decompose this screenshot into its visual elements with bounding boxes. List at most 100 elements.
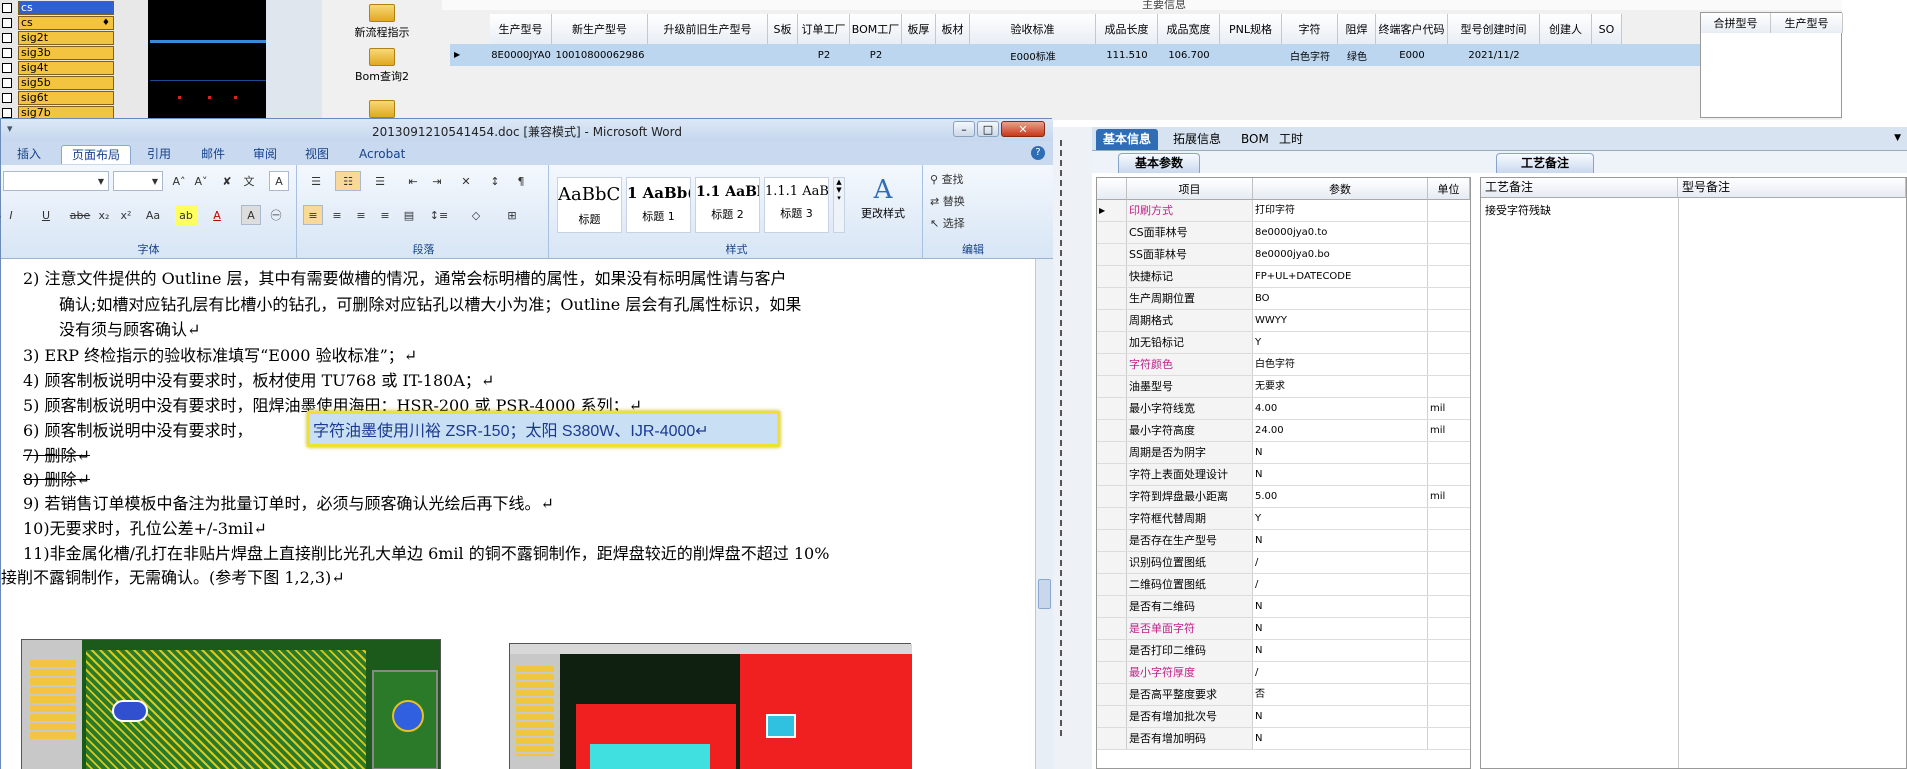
param-row[interactable]: 字符上表面处理设计 N: [1097, 464, 1470, 486]
layer-checkbox[interactable]: [2, 2, 12, 13]
align-right-button[interactable]: ≡: [351, 205, 371, 225]
param-value[interactable]: N: [1253, 640, 1428, 661]
param-row[interactable]: 是否单面字符 N: [1097, 618, 1470, 640]
param-value[interactable]: N: [1253, 464, 1428, 485]
doc-paragraph[interactable]: 10)无要求时，孔位公差+/-3mil↵: [23, 515, 267, 539]
doc-paragraph[interactable]: 11)非金属化槽/孔打在非贴片焊盘上直接削比光孔大单边 6mil 的铜不露铜制作…: [23, 540, 829, 564]
table-cell[interactable]: [1592, 44, 1622, 66]
styles-scroll[interactable]: ▲ ▼ ▾: [833, 177, 845, 233]
column-header[interactable]: 终端客户代码: [1376, 14, 1448, 44]
param-row[interactable]: 是否存在生产型号 N: [1097, 530, 1470, 552]
layer-item[interactable]: sig6t: [0, 90, 148, 105]
param-value[interactable]: 24.00: [1253, 420, 1428, 441]
param-row[interactable]: CS面菲林号 8e0000jya0.to: [1097, 222, 1470, 244]
param-row[interactable]: ▶ 印刷方式 打印字符: [1097, 200, 1470, 222]
replace-button[interactable]: ⇄ 替换: [929, 191, 1009, 211]
cam-canvas[interactable]: [148, 0, 266, 118]
tab-basic-params[interactable]: 基本参数: [1118, 153, 1201, 173]
param-value[interactable]: BO: [1253, 288, 1428, 309]
param-value[interactable]: /: [1253, 552, 1428, 573]
table-cell[interactable]: P2: [850, 44, 902, 66]
column-header[interactable]: 订单工厂: [798, 14, 850, 44]
doc-paragraph[interactable]: 确认;如槽对应钻孔层有比槽小的钻孔，可删除对应钻孔以槽大小为准；Outline …: [59, 291, 801, 315]
param-value[interactable]: N: [1253, 442, 1428, 463]
char-shading-button[interactable]: A: [241, 205, 261, 225]
column-header[interactable]: 型号创建时间: [1448, 14, 1540, 44]
param-value[interactable]: N: [1253, 530, 1428, 551]
param-row[interactable]: 字符框代替周期 Y: [1097, 508, 1470, 530]
change-case-button[interactable]: Aa: [141, 205, 165, 225]
param-row[interactable]: SS面菲林号 8e0000jya0.bo: [1097, 244, 1470, 266]
param-value[interactable]: 5.00: [1253, 486, 1428, 507]
style-heading-3[interactable]: 1.1.1 AaB 标题 3: [764, 177, 829, 233]
tab-extended-info[interactable]: 拓展信息: [1166, 129, 1228, 150]
doc-paragraph[interactable]: 7) 删除↵: [23, 442, 90, 466]
tab-basic-info[interactable]: 基本信息: [1096, 129, 1159, 150]
select-button[interactable]: ↖ 选择: [929, 213, 1009, 233]
column-header[interactable]: 成品长度: [1096, 14, 1158, 44]
table-cell[interactable]: 2021/11/2: [1448, 44, 1540, 66]
param-value[interactable]: 无要求: [1253, 376, 1428, 397]
column-header[interactable]: 创建人: [1540, 14, 1592, 44]
layer-item[interactable]: sig5b: [0, 75, 148, 90]
highlight-color-button[interactable]: ab: [175, 205, 197, 225]
bom-query-tool[interactable]: Bom查询2: [322, 48, 442, 84]
column-header[interactable]: 单位: [1428, 178, 1470, 200]
tab-acrobat[interactable]: Acrobat: [349, 145, 415, 164]
chinese-layout-button[interactable]: ✕: [453, 171, 479, 191]
column-header[interactable]: 新生产型号: [552, 14, 648, 44]
layer-checkbox[interactable]: [2, 92, 12, 103]
layer-checkbox[interactable]: [2, 47, 12, 58]
param-row[interactable]: 字符到焊盘最小距离 5.00 mil: [1097, 486, 1470, 508]
underline-button[interactable]: U: [37, 205, 55, 225]
tab-mailings[interactable]: 邮件: [191, 145, 235, 164]
tab-view[interactable]: 视图: [295, 145, 339, 164]
table-cell[interactable]: 8E0000JYA0: [490, 44, 552, 66]
param-row[interactable]: 二维码位置图纸 /: [1097, 574, 1470, 596]
column-header[interactable]: 成品宽度: [1158, 14, 1220, 44]
param-value[interactable]: 8e0000jya0.to: [1253, 222, 1428, 243]
param-value[interactable]: N: [1253, 596, 1428, 617]
table-cell[interactable]: 111.510: [1096, 44, 1158, 66]
column-header[interactable]: 工艺备注: [1481, 178, 1678, 198]
sort-button[interactable]: ↕: [485, 171, 505, 191]
param-value[interactable]: FP+UL+DATECODE: [1253, 266, 1428, 287]
param-value[interactable]: N: [1253, 728, 1428, 749]
table-cell[interactable]: 绿色: [1338, 44, 1376, 66]
find-button[interactable]: ⚲ 查找: [929, 169, 1009, 189]
distribute-button[interactable]: ▤: [399, 205, 419, 225]
column-header[interactable]: 升级前旧生产型号: [648, 14, 768, 44]
tab-craft-notes[interactable]: 工艺备注: [1496, 153, 1595, 173]
layer-checkbox[interactable]: [2, 62, 12, 73]
style-heading-2[interactable]: 1.1 AaBb 标题 2: [695, 177, 760, 233]
doc-paragraph[interactable]: 接削不露铜制作，无需确认。(参考下图 1,2,3)↵: [1, 564, 345, 588]
layer-checkbox[interactable]: [2, 107, 12, 118]
param-value[interactable]: WWYY: [1253, 310, 1428, 331]
change-styles-button[interactable]: A 更改样式: [851, 175, 915, 221]
quick-access-icon[interactable]: ▾: [7, 122, 13, 135]
table-cell[interactable]: 白色字符: [1282, 44, 1338, 66]
column-header[interactable]: S板: [768, 14, 798, 44]
doc-paragraph[interactable]: 9) 若销售订单模板中备注为批量订单时，必须与顾客确认光绘后再下线。↵: [23, 490, 554, 514]
show-marks-button[interactable]: ¶: [511, 171, 531, 191]
param-row[interactable]: 识别码位置图纸 /: [1097, 552, 1470, 574]
column-header[interactable]: SO: [1592, 14, 1622, 44]
vertical-scrollbar[interactable]: [1035, 259, 1053, 769]
enclose-char-button[interactable]: ㊀: [265, 205, 287, 225]
column-header[interactable]: 生产型号: [490, 14, 552, 44]
param-row[interactable]: 是否有增加明码 N: [1097, 728, 1470, 750]
param-value[interactable]: 打印字符: [1253, 200, 1428, 221]
next-tool[interactable]: [322, 100, 442, 120]
table-cell[interactable]: [768, 44, 798, 66]
justify-button[interactable]: ≡: [375, 205, 395, 225]
param-row[interactable]: 快捷标记 FP+UL+DATECODE: [1097, 266, 1470, 288]
numbering-button[interactable]: ☷: [335, 171, 361, 191]
tab-work-hours[interactable]: 工时: [1272, 129, 1310, 150]
column-header[interactable]: PNL规格: [1220, 14, 1282, 44]
column-header[interactable]: 板材: [936, 14, 970, 44]
title-bar[interactable]: 2013091210541454.doc [兼容模式] - Microsoft …: [1, 119, 1053, 141]
column-header[interactable]: 生产型号: [1771, 13, 1843, 33]
minimize-button[interactable]: –: [953, 121, 975, 137]
param-value[interactable]: Y: [1253, 508, 1428, 529]
font-color-button[interactable]: A: [207, 205, 227, 225]
